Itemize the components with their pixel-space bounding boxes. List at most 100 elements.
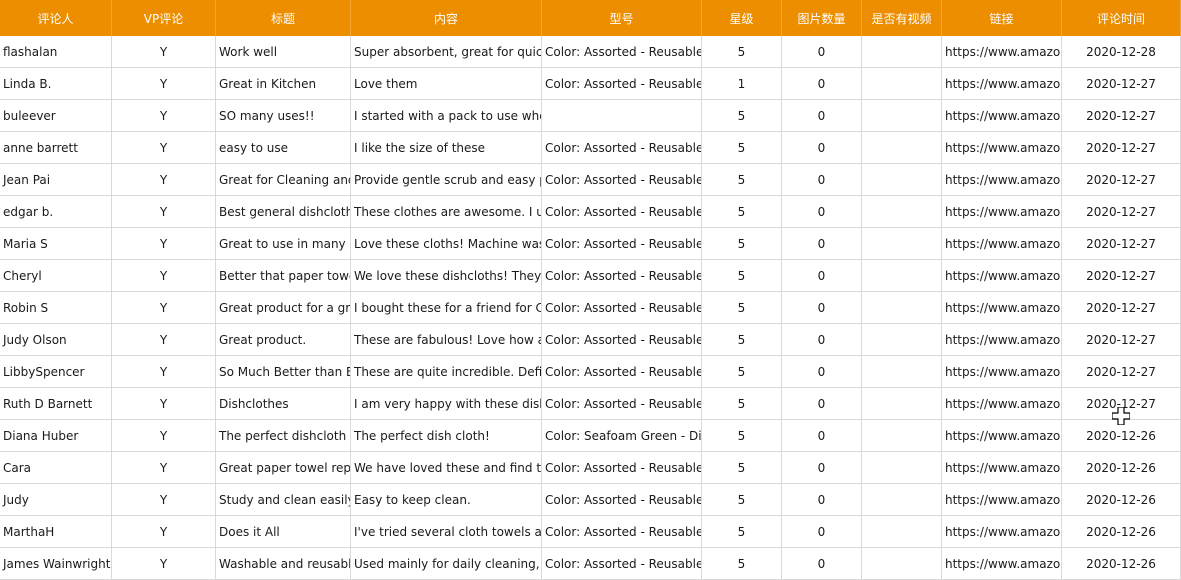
cell-link[interactable]: https://www.amazon. [942,356,1062,388]
cell-model[interactable]: Color: Assorted - Reusable C [542,260,702,292]
cell-title[interactable]: The perfect dishcloth [216,420,351,452]
cell-image-count[interactable]: 0 [782,548,862,580]
cell-image-count[interactable]: 0 [782,324,862,356]
cell-has-video[interactable] [862,68,942,100]
cell-vp-review[interactable]: Y [112,356,216,388]
cell-review-date[interactable]: 2020-12-27 [1062,292,1181,324]
cell-vp-review[interactable]: Y [112,100,216,132]
cell-link[interactable]: https://www.amazon. [942,292,1062,324]
cell-has-video[interactable] [862,420,942,452]
cell-model[interactable]: Color: Assorted - Reusable C [542,292,702,324]
header-rating[interactable]: 星级 [702,0,782,36]
cell-content[interactable]: Love these cloths! Machine washa [351,228,542,260]
cell-review-date[interactable]: 2020-12-26 [1062,420,1181,452]
cell-link[interactable]: https://www.amazon. [942,516,1062,548]
cell-vp-review[interactable]: Y [112,452,216,484]
cell-rating[interactable]: 5 [702,388,782,420]
cell-image-count[interactable]: 0 [782,420,862,452]
cell-title[interactable]: Great to use in many wa [216,228,351,260]
cell-title[interactable]: Best general dishcloth [216,196,351,228]
cell-review-date[interactable]: 2020-12-27 [1062,132,1181,164]
cell-model[interactable]: Color: Assorted - Reusable C [542,132,702,164]
cell-image-count[interactable]: 0 [782,260,862,292]
cell-rating[interactable]: 5 [702,36,782,68]
cell-review-date[interactable]: 2020-12-26 [1062,452,1181,484]
cell-title[interactable]: Great paper towel repla [216,452,351,484]
cell-has-video[interactable] [862,324,942,356]
cell-rating[interactable]: 5 [702,548,782,580]
cell-content[interactable]: Used mainly for daily cleaning, jus [351,548,542,580]
cell-image-count[interactable]: 0 [782,452,862,484]
cell-rating[interactable]: 1 [702,68,782,100]
header-model[interactable]: 型号 [542,0,702,36]
cell-title[interactable]: Dishclothes [216,388,351,420]
cell-review-date[interactable]: 2020-12-27 [1062,388,1181,420]
cell-model[interactable]: Color: Assorted - Reusable C [542,356,702,388]
cell-has-video[interactable] [862,260,942,292]
cell-title[interactable]: Does it All [216,516,351,548]
cell-content[interactable]: Love them [351,68,542,100]
cell-reviewer[interactable]: Judy Olson [0,324,112,356]
cell-content[interactable]: Easy to keep clean. [351,484,542,516]
cell-has-video[interactable] [862,292,942,324]
cell-rating[interactable]: 5 [702,516,782,548]
cell-reviewer[interactable]: Maria S [0,228,112,260]
cell-reviewer[interactable]: James Wainwright [0,548,112,580]
cell-vp-review[interactable]: Y [112,516,216,548]
cell-link[interactable]: https://www.amazon. [942,68,1062,100]
header-review-date[interactable]: 评论时间 [1062,0,1181,36]
cell-reviewer[interactable]: Cheryl [0,260,112,292]
cell-title[interactable]: Washable and reusable [216,548,351,580]
cell-review-date[interactable]: 2020-12-27 [1062,164,1181,196]
cell-image-count[interactable]: 0 [782,484,862,516]
cell-vp-review[interactable]: Y [112,228,216,260]
cell-reviewer[interactable]: MarthaH [0,516,112,548]
cell-title[interactable]: Study and clean easily [216,484,351,516]
cell-vp-review[interactable]: Y [112,484,216,516]
cell-vp-review[interactable]: Y [112,196,216,228]
cell-model[interactable]: Color: Assorted - Reusable C [542,516,702,548]
cell-link[interactable]: https://www.amazon. [942,420,1062,452]
cell-image-count[interactable]: 0 [782,292,862,324]
cell-model[interactable]: Color: Assorted - Reusable C [542,388,702,420]
cell-has-video[interactable] [862,388,942,420]
cell-image-count[interactable]: 0 [782,100,862,132]
cell-review-date[interactable]: 2020-12-27 [1062,356,1181,388]
cell-review-date[interactable]: 2020-12-27 [1062,100,1181,132]
cell-content[interactable]: I've tried several cloth towels after [351,516,542,548]
cell-has-video[interactable] [862,516,942,548]
cell-link[interactable]: https://www.amazon. [942,36,1062,68]
cell-reviewer[interactable]: Diana Huber [0,420,112,452]
cell-rating[interactable]: 5 [702,324,782,356]
cell-reviewer[interactable]: LibbySpencer [0,356,112,388]
cell-title[interactable]: Great in Kitchen [216,68,351,100]
cell-title[interactable]: SO many uses!! [216,100,351,132]
cell-rating[interactable]: 5 [702,100,782,132]
cell-link[interactable]: https://www.amazon. [942,324,1062,356]
cell-has-video[interactable] [862,36,942,68]
cell-reviewer[interactable]: anne barrett [0,132,112,164]
cell-model[interactable]: Color: Assorted - Reusable C [542,548,702,580]
cell-title[interactable]: Great product. [216,324,351,356]
cell-title[interactable]: Better that paper towels [216,260,351,292]
cell-model[interactable]: Color: Assorted - Reusable C [542,324,702,356]
cell-content[interactable]: These are fabulous! Love how abs [351,324,542,356]
cell-has-video[interactable] [862,356,942,388]
cell-reviewer[interactable]: flashalan [0,36,112,68]
cell-review-date[interactable]: 2020-12-27 [1062,68,1181,100]
cell-title[interactable]: easy to use [216,132,351,164]
cell-model[interactable] [542,100,702,132]
cell-content[interactable]: Super absorbent, great for quick w [351,36,542,68]
cell-rating[interactable]: 5 [702,164,782,196]
cell-model[interactable]: Color: Assorted - Reusable C [542,196,702,228]
cell-rating[interactable]: 5 [702,484,782,516]
cell-title[interactable]: Work well [216,36,351,68]
cell-content[interactable]: I am very happy with these dishclo [351,388,542,420]
header-has-video[interactable]: 是否有视频 [862,0,942,36]
cell-has-video[interactable] [862,132,942,164]
cell-content[interactable]: I bought these for a friend for Chr [351,292,542,324]
cell-vp-review[interactable]: Y [112,36,216,68]
cell-image-count[interactable]: 0 [782,516,862,548]
cell-rating[interactable]: 5 [702,132,782,164]
cell-image-count[interactable]: 0 [782,132,862,164]
